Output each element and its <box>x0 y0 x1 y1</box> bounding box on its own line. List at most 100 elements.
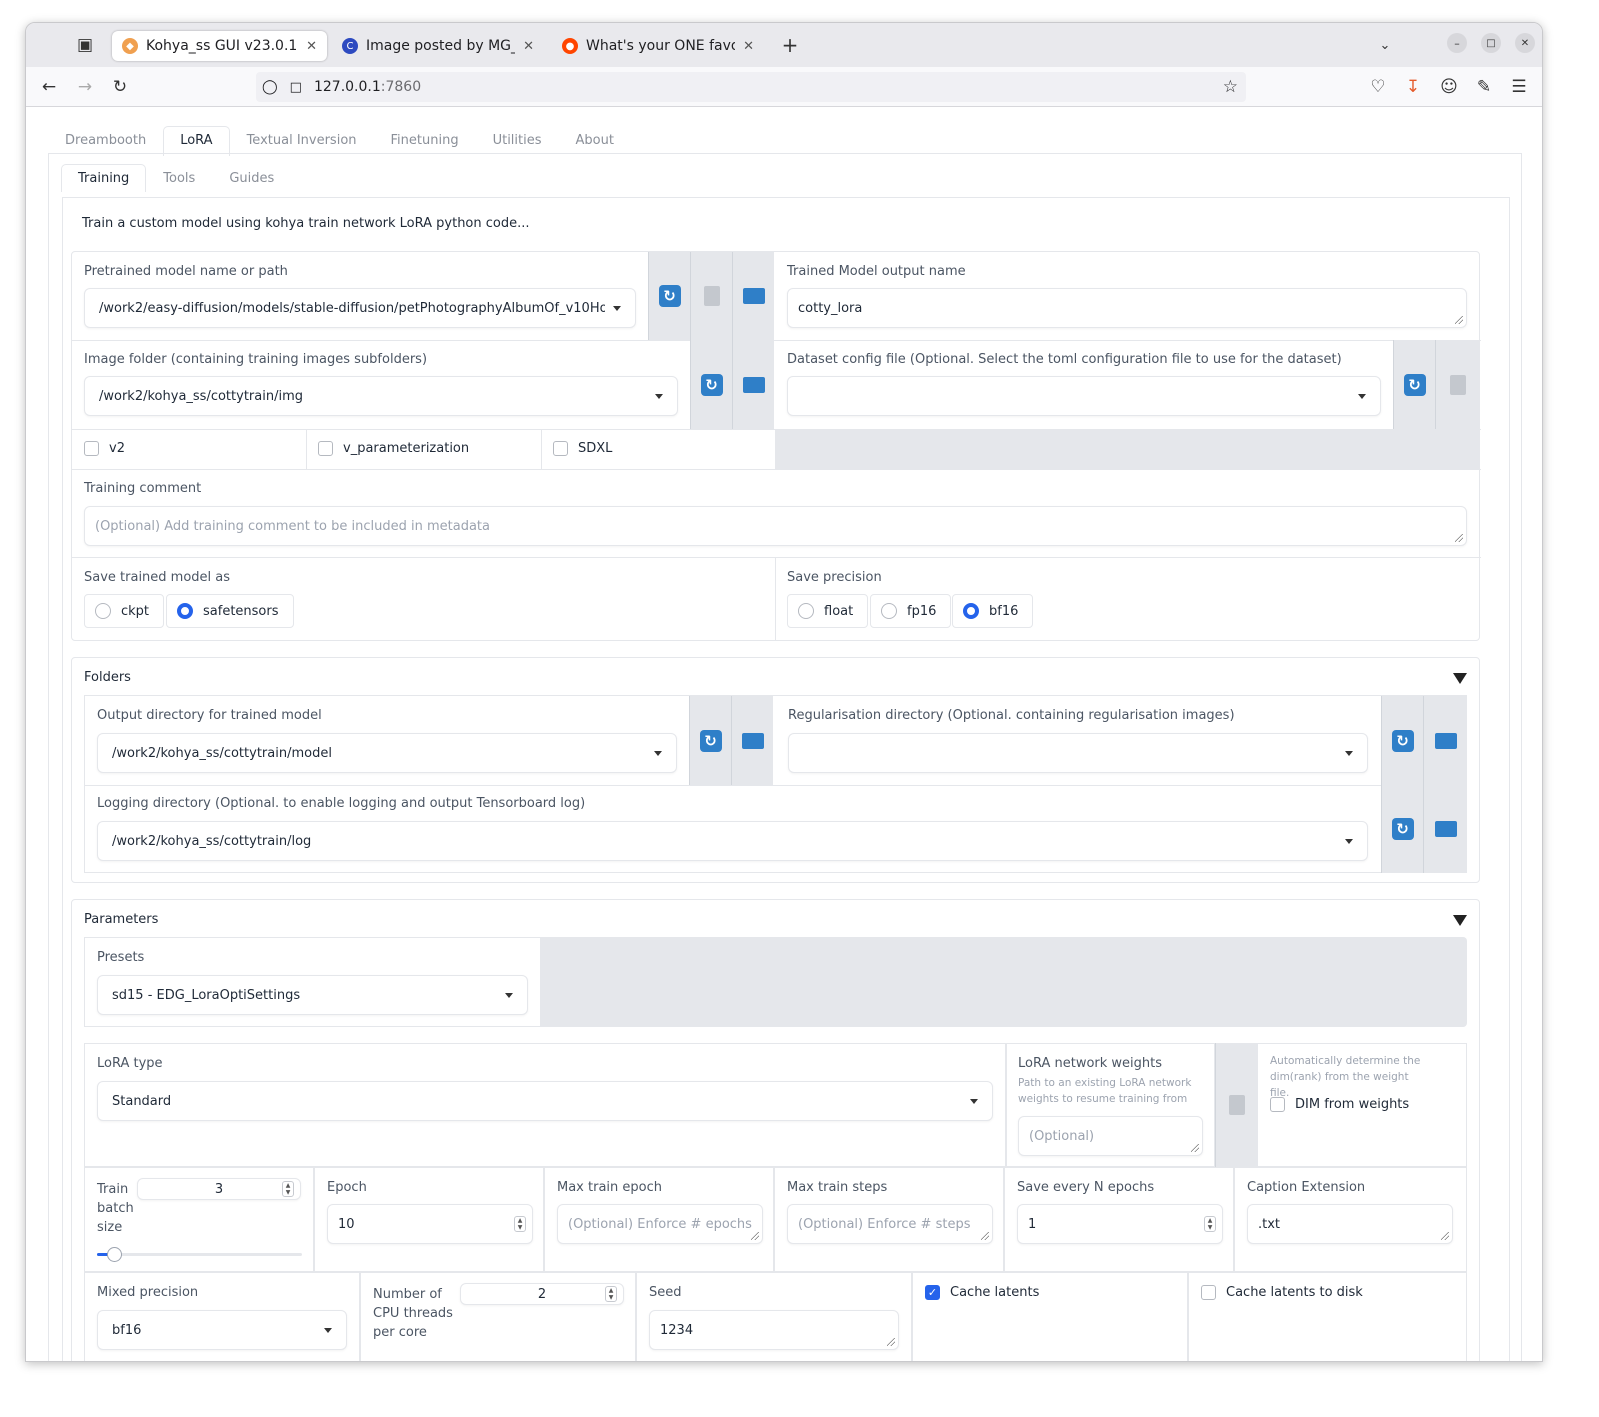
select-file-button[interactable] <box>1435 340 1480 429</box>
checkbox-box <box>1201 1285 1216 1300</box>
seed-input[interactable]: 1234 <box>649 1310 899 1350</box>
browser-tab-image[interactable]: C Image posted by MG_mar ✕ <box>332 31 544 61</box>
file-icon <box>1228 1095 1245 1115</box>
cache-latents-checkbox[interactable]: ✓ Cache latents <box>925 1285 1039 1300</box>
url-host: 127.0.0.1 <box>313 79 381 95</box>
v-parameterization-checkbox[interactable]: v_parameterization <box>318 441 469 456</box>
presets-dropdown[interactable]: sd15 - EDG_LoraOptiSettings <box>97 975 528 1015</box>
spinner-icon[interactable]: ▲ ▼ <box>605 1286 617 1302</box>
collapse-triangle-icon[interactable] <box>1453 915 1467 926</box>
tab-guides[interactable]: Guides <box>212 164 291 192</box>
maximize-icon[interactable]: □ <box>1481 33 1501 53</box>
tab-textual-inversion[interactable]: Textual Inversion <box>230 126 374 156</box>
url-bar[interactable]: ◯ □ 127.0.0.1:7860 ☆ <box>256 72 1246 102</box>
save-as-safetensors-radio[interactable]: safetensors <box>166 594 294 628</box>
refresh-icon: ↻ <box>699 729 722 752</box>
output-dir-dropdown[interactable]: /work2/kohya_ss/cottytrain/model <box>97 733 677 773</box>
slider-knob[interactable] <box>107 1247 123 1262</box>
chevron-down-icon <box>970 1098 978 1104</box>
forward-icon[interactable]: → <box>73 75 97 99</box>
radio-dot <box>881 603 897 619</box>
save-as-label: Save trained model as <box>84 570 231 585</box>
cpu-threads-number[interactable]: 2 ▲ ▼ <box>460 1283 624 1305</box>
spinner-icon[interactable]: ▲ ▼ <box>1204 1216 1216 1232</box>
tab-about[interactable]: About <box>559 126 631 156</box>
extensions-icon[interactable]: ✎ <box>1472 75 1496 99</box>
select-file-button[interactable] <box>690 252 732 340</box>
save-as-ckpt-radio[interactable]: ckpt <box>84 594 165 628</box>
checkbox-box <box>84 441 99 456</box>
tab-utilities[interactable]: Utilities <box>476 126 559 156</box>
kohya-favicon-icon: ◆ <box>122 38 138 54</box>
reload-icon[interactable]: ↻ <box>108 75 132 99</box>
image-folder-dropdown[interactable]: /work2/kohya_ss/cottytrain/img <box>84 376 678 416</box>
browser-tab-kohya[interactable]: ◆ Kohya_ss GUI v23.0.15 ✕ <box>112 31 327 61</box>
refresh-button[interactable]: ↻ <box>1381 785 1423 873</box>
close-tab-icon[interactable]: ✕ <box>306 39 317 54</box>
mixed-precision-dropdown[interactable]: bf16 <box>97 1310 347 1350</box>
select-folder-button[interactable] <box>1423 785 1467 873</box>
caption-ext-input[interactable]: .txt <box>1247 1204 1453 1244</box>
precision-bf16-radio[interactable]: bf16 <box>952 594 1034 628</box>
precision-fp16-radio[interactable]: fp16 <box>870 594 952 628</box>
network-weights-placeholder: (Optional) <box>1029 1128 1095 1144</box>
dim-from-weights-checkbox[interactable]: DIM from weights <box>1270 1097 1409 1112</box>
max-epoch-input[interactable]: (Optional) Enforce # epochs <box>557 1204 763 1244</box>
close-window-icon[interactable]: ✕ <box>1515 33 1535 53</box>
menu-icon[interactable]: ☰ <box>1507 75 1531 99</box>
refresh-button[interactable]: ↻ <box>648 252 690 340</box>
pretrained-model-dropdown[interactable]: /work2/easy-diffusion/models/stable-diff… <box>84 288 636 328</box>
tab-lora[interactable]: LoRA <box>163 126 230 156</box>
save-every-input[interactable]: 1 ▲ ▼ <box>1017 1204 1223 1244</box>
pocket-icon[interactable]: ♡ <box>1366 75 1390 99</box>
max-steps-input[interactable]: (Optional) Enforce # steps <box>787 1204 993 1244</box>
v2-checkbox[interactable]: v2 <box>84 441 125 456</box>
train-batch-number[interactable]: 3 ▲ ▼ <box>137 1178 301 1200</box>
training-comment-input[interactable]: (Optional) Add training comment to be in… <box>84 506 1467 546</box>
spinner-icon[interactable]: ▲ ▼ <box>514 1216 526 1232</box>
bookmark-star-icon[interactable]: ☆ <box>1223 77 1238 97</box>
spinner-icon[interactable]: ▲ ▼ <box>282 1181 294 1197</box>
collapse-triangle-icon[interactable] <box>1453 673 1467 684</box>
select-folder-button[interactable] <box>731 696 773 785</box>
tab-training[interactable]: Training <box>61 164 147 192</box>
tab-overflow-chevron-icon[interactable]: ⌄ <box>1373 33 1397 57</box>
lora-type-dropdown[interactable]: Standard <box>97 1081 993 1121</box>
tab-tools[interactable]: Tools <box>146 164 212 192</box>
tab-finetuning[interactable]: Finetuning <box>374 126 476 156</box>
log-dir-dropdown[interactable]: /work2/kohya_ss/cottytrain/log <box>97 821 1368 861</box>
close-tab-icon[interactable]: ✕ <box>523 39 534 54</box>
precision-float-radio[interactable]: float <box>787 594 869 628</box>
select-folder-button[interactable] <box>1423 696 1467 785</box>
select-folder-button[interactable] <box>732 252 774 340</box>
minimize-icon[interactable]: – <box>1447 33 1467 53</box>
select-weights-file-button[interactable] <box>1215 1043 1257 1167</box>
tab-list-icon[interactable]: ▣ <box>73 33 97 57</box>
refresh-button[interactable]: ↻ <box>1393 340 1435 429</box>
network-weights-input[interactable]: (Optional) <box>1018 1116 1203 1156</box>
output-name-input[interactable]: cotty_lora <box>787 288 1467 328</box>
account-icon[interactable]: ☺ <box>1437 75 1461 99</box>
epoch-input[interactable]: 10 ▲ ▼ <box>327 1204 533 1244</box>
dataset-config-dropdown[interactable] <box>787 376 1381 416</box>
cache-latents-disk-checkbox[interactable]: Cache latents to disk <box>1201 1285 1363 1300</box>
train-batch-slider[interactable] <box>97 1247 302 1262</box>
close-tab-icon[interactable]: ✕ <box>743 39 754 54</box>
radio-label: float <box>824 603 854 619</box>
refresh-button[interactable]: ↻ <box>690 340 732 429</box>
browser-tab-reddit[interactable]: ● What's your ONE favorite ✕ <box>552 31 764 61</box>
cpu-threads-label-line: per core <box>373 1325 427 1340</box>
tab-dreambooth[interactable]: Dreambooth <box>48 126 163 156</box>
downloads-icon[interactable]: ↧ <box>1401 75 1425 99</box>
new-tab-icon[interactable]: + <box>778 33 802 57</box>
mixed-precision-label: Mixed precision <box>97 1285 199 1300</box>
refresh-button[interactable]: ↻ <box>1381 696 1423 785</box>
image-folder-label: Image folder (containing training images… <box>84 352 428 367</box>
select-folder-button[interactable] <box>732 340 774 429</box>
sdxl-checkbox[interactable]: SDXL <box>553 441 612 456</box>
reg-dir-dropdown[interactable] <box>788 733 1368 773</box>
training-description: Train a custom model using kohya train n… <box>82 216 530 231</box>
back-icon[interactable]: ← <box>37 75 61 99</box>
refresh-button[interactable]: ↻ <box>689 696 731 785</box>
presets-label: Presets <box>97 950 145 965</box>
